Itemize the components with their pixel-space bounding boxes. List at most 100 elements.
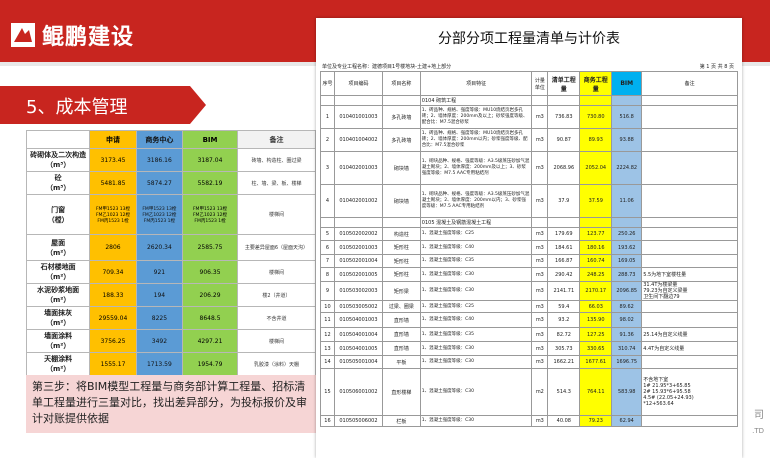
comparison-table: 申请 商务中心 BIM 备注 砖砌体及二次构造 （m³） 3173.45 3186.… <box>25 130 317 376</box>
bill-row: 7 010502001004 矩形柱 1、混凝土强度等级：C35 m3 166.87 160… <box>320 254 738 268</box>
bill-cell-bim: 62.94 <box>611 415 643 427</box>
comparison-note: 楼梯间 <box>236 194 317 235</box>
bill-cell-name: 矩形柱 <box>381 240 421 255</box>
bill-cell-note: 不含地下室 1# 21.95*3+65.85 2# 15.93*6+95.58 … <box>641 368 738 416</box>
bill-row: 8 010502001005 矩形柱 1、混凝土强度等级：C30 m3 290.42 248… <box>320 267 738 282</box>
corner-fragment-1: 司 <box>754 410 764 421</box>
bill-cell-unit: m3 <box>531 415 549 427</box>
bill-cell-unit: m3 <box>531 281 549 301</box>
bill-cell-biz-qty: 160.74 <box>579 254 613 268</box>
bill-cell-biz-qty: 135.90 <box>579 312 613 328</box>
bill-cell-name: 砌块墙 <box>381 151 421 185</box>
bill-row: 9 010503002003 矩形梁 1、混凝土强度等级：C30 m3 2141.71 21… <box>320 281 738 301</box>
bill-cell-bill-qty: 305.73 <box>547 341 581 356</box>
bill-cell-no: 2 <box>320 128 335 152</box>
comparison-business-value: FM甲1523 13樘 FM乙1023 12樘 FM丙1523 1樘 <box>135 194 184 235</box>
comparison-header-note: 备注 <box>236 130 317 149</box>
comparison-bim-value: 2585.75 <box>182 234 238 261</box>
bill-cell-feature: 1、混凝土强度等级：C40 <box>419 312 533 328</box>
bill-cell-bim: 310.74 <box>611 341 643 356</box>
comparison-header-row: 申请 商务中心 BIM 备注 <box>25 130 317 149</box>
bill-cell-bill-qty: 2068.96 <box>547 151 581 185</box>
bill-header-feature: 项目特征 <box>419 71 533 96</box>
bill-cell-bill-qty: 37.9 <box>547 184 581 218</box>
bill-cell-bim: 193.62 <box>611 240 643 255</box>
bill-cell-unit: m3 <box>531 341 549 356</box>
comparison-bim-value: 5582.19 <box>182 171 238 195</box>
bill-group-label: 0104 砌筑工程 <box>419 95 533 106</box>
bill-row: 1 010401001003 多孔砖墙 1、砖品种、规格、强度等级：MU10烧结页岩多… <box>320 105 738 129</box>
bill-cell-biz-qty: 730.80 <box>579 105 613 129</box>
comparison-bid-value: 29559.04 <box>89 306 137 330</box>
bill-cell-bill-qty: 1662.21 <box>547 355 581 369</box>
bill-cell-bill-qty: 166.87 <box>547 254 581 268</box>
bill-document: 分部分项工程量清单与计价表 单位及专业工程名称：建德项目1号楼地块-土建+地上部… <box>316 18 742 458</box>
bill-cell-code: 010502001005 <box>333 267 383 282</box>
bill-cell-biz-qty: 248.25 <box>579 267 613 282</box>
bill-cell-unit: m3 <box>531 105 549 129</box>
bill-row: 3 010402001003 砌块墙 1、砌块品种、规格、强度等级：A3.5级蒸压砂加… <box>320 151 738 185</box>
bill-cell-name: 平板 <box>381 355 421 369</box>
bill-row: 11 010504001003 直形墙 1、混凝土强度等级：C40 m3 93.2 135.… <box>320 312 738 328</box>
bill-cell-note <box>641 312 738 328</box>
document-subtitle: 单位及专业工程名称：建德项目1号楼地块-土建+地上部分 <box>322 64 452 70</box>
bill-cell-bill-qty: 736.83 <box>547 105 581 129</box>
comparison-note: 砖墙、构造柱、圈过梁 <box>236 148 317 172</box>
bill-cell-feature: 1、混凝土强度等级：C25 <box>419 227 533 241</box>
bill-cell-code: 010402001003 <box>333 151 383 185</box>
bill-cell-name: 构造柱 <box>381 227 421 241</box>
bill-cell-bill-qty: 184.61 <box>547 240 581 255</box>
comparison-business-value: 1713.59 <box>135 352 184 376</box>
bill-cell-bim: 2096.85 <box>611 281 643 301</box>
bill-cell-bim: 11.06 <box>611 184 643 218</box>
bill-cell-feature: 1、混凝土强度等级：C35 <box>419 254 533 268</box>
bill-cell-name: 矩形柱 <box>381 254 421 268</box>
section-title: 5、成本管理 <box>26 97 128 118</box>
bill-cell-biz-qty: 79.23 <box>579 415 613 427</box>
bill-cell-code: 010502002002 <box>333 227 383 241</box>
bill-cell-bill-qty: 59.4 <box>547 300 581 313</box>
bill-cell-unit: m3 <box>531 151 549 185</box>
comparison-business-value: 194 <box>135 283 184 307</box>
bill-cell-code: 010401004002 <box>333 128 383 152</box>
bill-cell-code: 010402001002 <box>333 184 383 218</box>
bill-header-name: 项目名称 <box>381 71 421 96</box>
bill-cell-no: 7 <box>320 254 335 268</box>
comparison-business-value: 921 <box>135 260 184 284</box>
bill-cell-feature: 1、混凝土强度等级：C30 <box>419 341 533 356</box>
bill-cell-bim: 169.05 <box>611 254 643 268</box>
bill-group-empty-cell <box>547 217 581 228</box>
bill-cell-bim: 288.73 <box>611 267 643 282</box>
bill-cell-no: 8 <box>320 267 335 282</box>
bill-row: 12 010504001004 直形墙 1、混凝土强度等级：C35 m3 82.72 127… <box>320 327 738 342</box>
comparison-note: 楼2（井道） <box>236 283 317 307</box>
bill-header-bill-qty: 清单工程量 <box>547 71 581 96</box>
bill-cell-name: 多孔砖墙 <box>381 128 421 152</box>
bill-cell-biz-qty: 764.11 <box>579 368 613 416</box>
bill-cell-biz-qty: 330.65 <box>579 341 613 356</box>
bill-group-concrete: 0105 混凝土及钢筋混凝土工程 <box>320 217 738 228</box>
bill-cell-feature: 1、混凝土强度等级：C30 <box>419 355 533 369</box>
bill-cell-feature: 1、砌块品种、规格、强度等级：A3.5级蒸压砂加气混凝土砌块；2、墙体厚度：20… <box>419 151 533 185</box>
bill-cell-no: 4 <box>320 184 335 218</box>
comparison-note: 楼梯间 <box>236 260 317 284</box>
bill-cell-name: 矩形柱 <box>381 267 421 282</box>
brand-name: 鲲鹏建设 <box>42 25 135 50</box>
section-title-banner: 5、成本管理 <box>0 86 206 124</box>
bill-cell-no: 15 <box>320 368 335 416</box>
bill-cell-note <box>641 105 738 129</box>
bill-cell-name: 直形墙 <box>381 312 421 328</box>
bill-group-label: 0105 混凝土及钢筋混凝土工程 <box>419 217 533 228</box>
bill-cell-bim: 583.98 <box>611 368 643 416</box>
bill-cell-unit: m3 <box>531 128 549 152</box>
bill-group-empty-cell <box>333 95 383 106</box>
bill-group-empty-cell <box>320 217 335 228</box>
bill-cell-bill-qty: 290.42 <box>547 267 581 282</box>
bill-cell-code: 010504001005 <box>333 341 383 356</box>
bill-row: 2 010401004002 多孔砖墙 1、砖品种、规格、强度等级：MU10烧结页岩多… <box>320 128 738 152</box>
comparison-header-bid: 申请 <box>89 130 137 149</box>
bill-cell-name: 多孔砖墙 <box>381 105 421 129</box>
bill-row: 10 010503005002 过梁、圈梁 1、混凝土强度等级：C25 m3 59.4 66… <box>320 300 738 313</box>
comparison-bid-value: 709.34 <box>89 260 137 284</box>
bill-cell-biz-qty: 89.93 <box>579 128 613 152</box>
